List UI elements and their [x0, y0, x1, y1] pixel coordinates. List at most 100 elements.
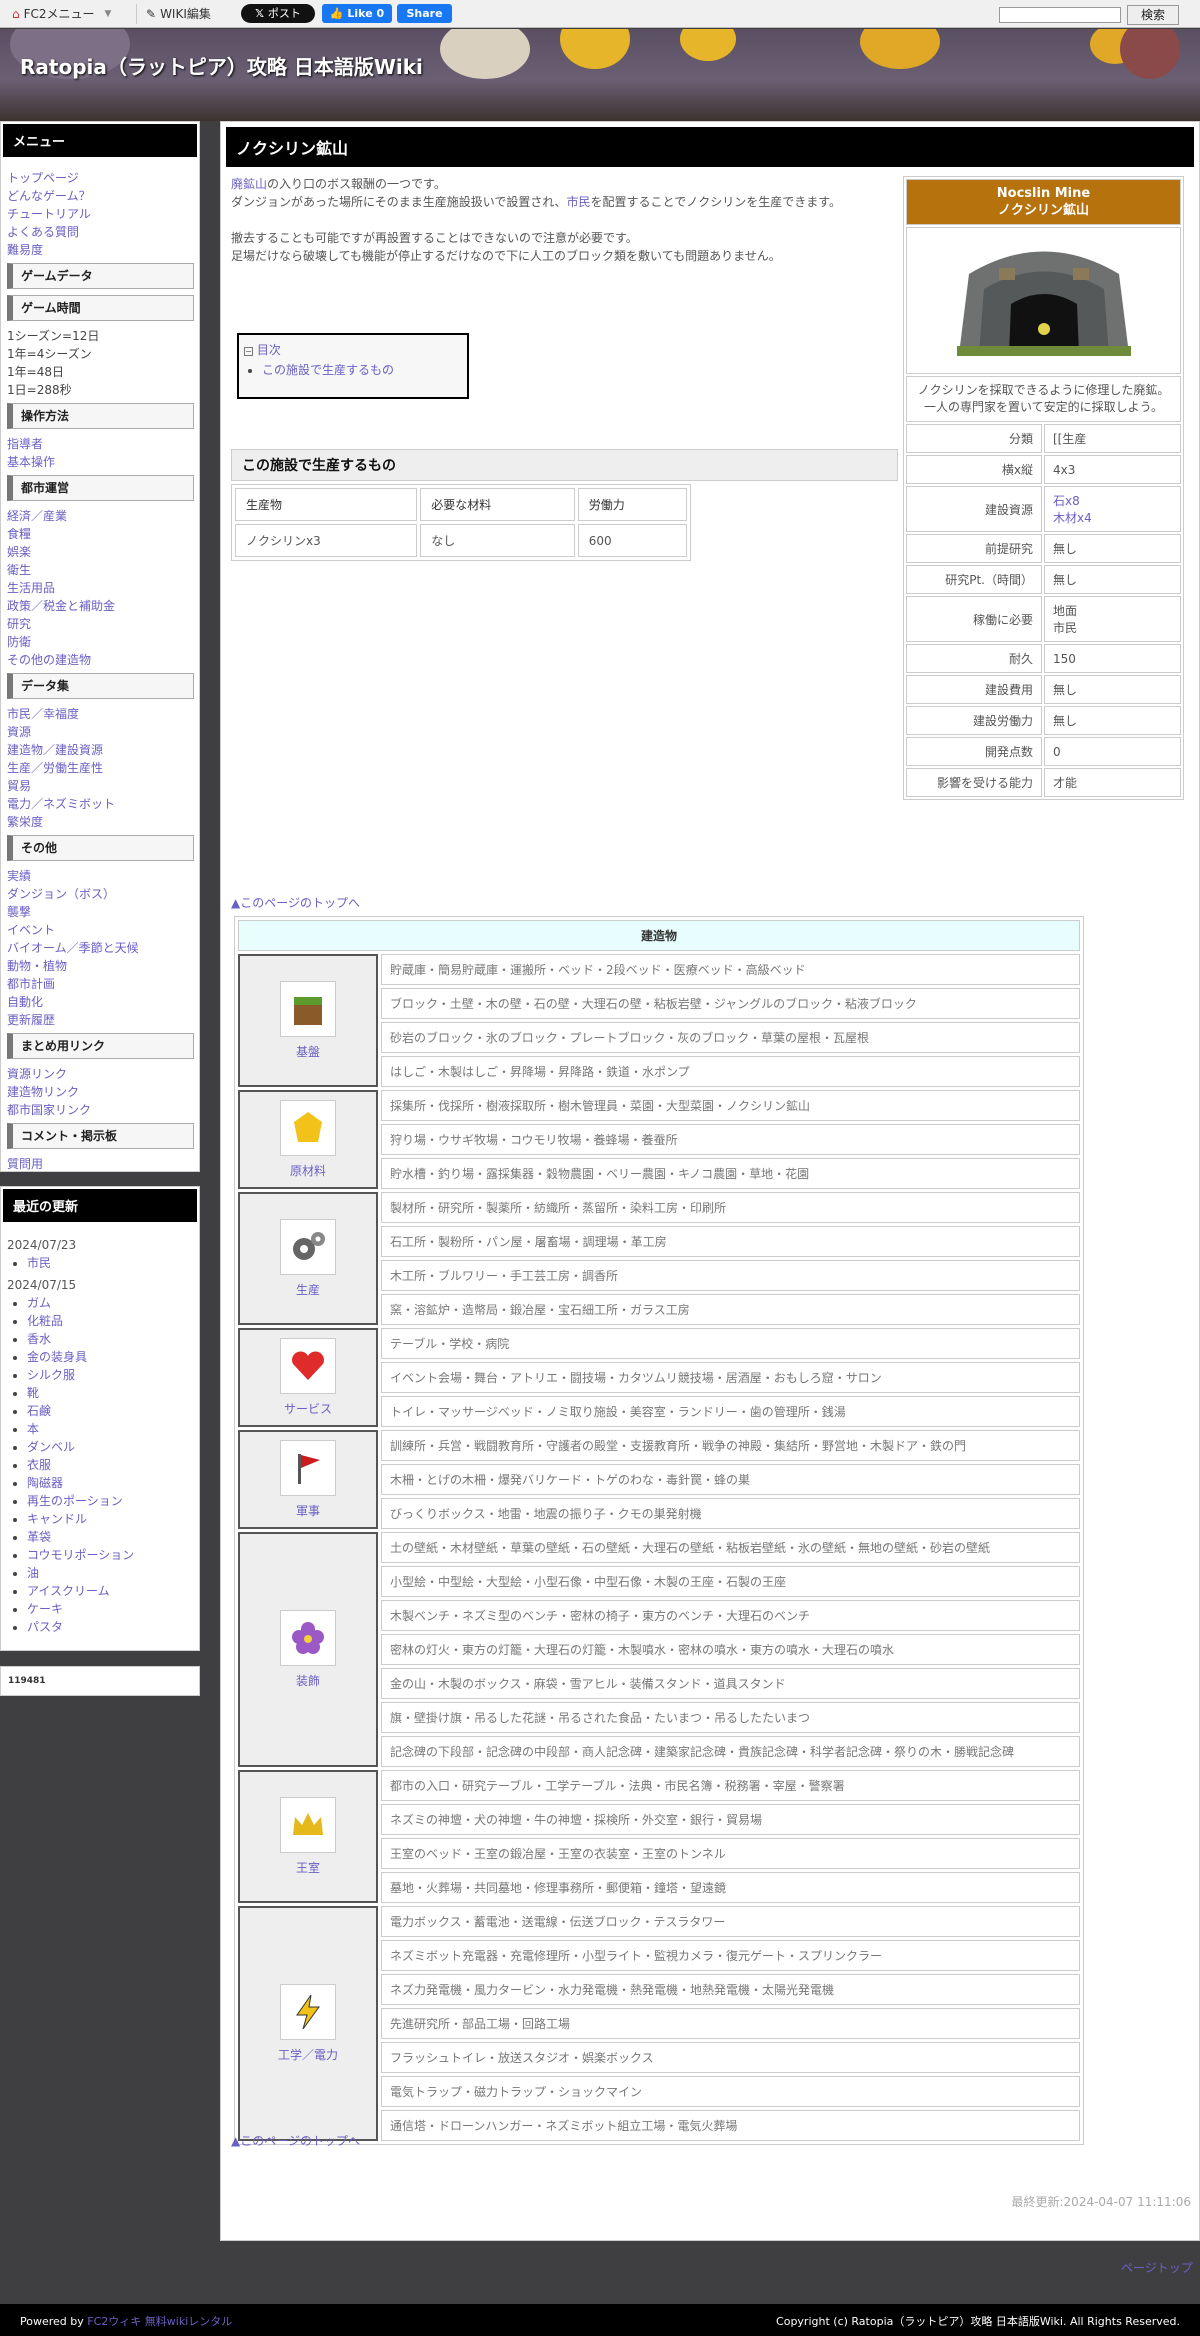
- menu-link[interactable]: バイオーム／季節と天候: [7, 939, 199, 957]
- update-link[interactable]: 革袋: [27, 1530, 51, 1544]
- search-button[interactable]: 検索: [1127, 5, 1179, 25]
- menu-link[interactable]: 防衛: [7, 633, 199, 651]
- update-link[interactable]: 化粧品: [27, 1314, 63, 1328]
- update-link[interactable]: アイスクリーム: [27, 1584, 110, 1598]
- building-list-cell[interactable]: 木工所・ブルワリー・手工芸工房・調香所: [381, 1260, 1080, 1291]
- building-list-cell[interactable]: 電気トラップ・磁力トラップ・ショックマイン: [381, 2076, 1080, 2107]
- resource-link[interactable]: 石x8: [1053, 494, 1080, 508]
- building-list-cell[interactable]: イベント会場・舞台・アトリエ・闘技場・カタツムリ競技場・居酒屋・おもしろ窟・サロ…: [381, 1362, 1080, 1393]
- menu-link[interactable]: 難易度: [7, 241, 199, 259]
- building-list-cell[interactable]: 旗・壁掛け旗・吊るした花謎・吊るされた食品・たいまつ・吊るしたたいまつ: [381, 1702, 1080, 1733]
- building-list-cell[interactable]: 電力ボックス・蓄電池・送電線・伝送ブロック・テスラタワー: [381, 1906, 1080, 1937]
- building-list-cell[interactable]: 土の壁紙・木材壁紙・草葉の壁紙・石の壁紙・大理石の壁紙・粘板岩壁紙・氷の壁紙・無…: [381, 1532, 1080, 1563]
- update-link[interactable]: パスタ: [27, 1620, 63, 1634]
- building-list-cell[interactable]: 採集所・伐採所・樹液採取所・樹木管理員・菜園・大型菜園・ノクシリン鉱山: [381, 1090, 1080, 1121]
- building-list-cell[interactable]: ネズ力発電機・風力タービン・水力発電機・熱発電機・地熱発電機・太陽光発電機: [381, 1974, 1080, 2005]
- facebook-share-button[interactable]: Share: [397, 4, 452, 23]
- update-link[interactable]: 陶磁器: [27, 1476, 63, 1490]
- resource-link[interactable]: 木材x4: [1053, 511, 1092, 525]
- update-link[interactable]: ダンベル: [27, 1440, 75, 1454]
- menu-link[interactable]: 生産／労働生産性: [7, 759, 199, 777]
- menu-link[interactable]: よくある質問: [7, 223, 199, 241]
- building-list-cell[interactable]: 記念碑の下段部・記念碑の中段部・商人記念碑・建築家記念碑・貴族記念碑・科学者記念…: [381, 1736, 1080, 1767]
- facebook-like-button[interactable]: 👍 Like 0: [322, 4, 392, 23]
- menu-link[interactable]: 襲撃: [7, 903, 199, 921]
- menu-link[interactable]: 娯楽: [7, 543, 199, 561]
- menu-link[interactable]: 更新履歴: [7, 1011, 199, 1029]
- menu-link[interactable]: チュートリアル: [7, 205, 199, 223]
- toc-item[interactable]: この施設で生産するもの: [262, 363, 394, 377]
- to-top-link[interactable]: ▲このページのトップへ: [231, 2132, 360, 2149]
- menu-link[interactable]: 生活用品: [7, 579, 199, 597]
- menu-link[interactable]: 貿易: [7, 777, 199, 795]
- building-list-cell[interactable]: 狩り場・ウサギ牧場・コウモリ牧場・養蜂場・養蚕所: [381, 1124, 1080, 1155]
- update-link[interactable]: 靴: [27, 1386, 39, 1400]
- fc2-menu-button[interactable]: ⌂ FC2メニュー ▼: [12, 5, 111, 22]
- menu-link[interactable]: 指導者: [7, 435, 199, 453]
- update-link[interactable]: 香水: [27, 1332, 51, 1346]
- category-link[interactable]: 装飾: [296, 1674, 320, 1688]
- update-link[interactable]: 衣服: [27, 1458, 51, 1472]
- building-list-cell[interactable]: フラッシュトイレ・放送スタジオ・娯楽ボックス: [381, 2042, 1080, 2073]
- intro-link[interactable]: 廃鉱山: [231, 177, 267, 191]
- menu-link[interactable]: その他の建造物: [7, 651, 199, 669]
- category-link[interactable]: 基盤: [296, 1045, 320, 1059]
- wiki-edit-button[interactable]: ✎ WIKI編集: [146, 5, 211, 22]
- category-link[interactable]: 原材料: [290, 1164, 326, 1178]
- building-list-cell[interactable]: びっくりボックス・地雷・地震の振り子・クモの巣発射機: [381, 1498, 1080, 1529]
- menu-link[interactable]: 資源リンク: [7, 1065, 199, 1083]
- update-link[interactable]: 再生のポーション: [27, 1494, 123, 1508]
- building-list-cell[interactable]: 製材所・研究所・製薬所・紡織所・蒸留所・染料工房・印刷所: [381, 1192, 1080, 1223]
- menu-link[interactable]: 電力／ネズミボット: [7, 795, 199, 813]
- toc-title[interactable]: 目次: [257, 343, 281, 357]
- intro-link[interactable]: 市民: [567, 195, 591, 209]
- menu-link[interactable]: 市民／幸福度: [7, 705, 199, 723]
- menu-link[interactable]: 実績: [7, 867, 199, 885]
- category-link[interactable]: 工学／電力: [278, 2048, 338, 2062]
- category-link[interactable]: 軍事: [296, 1504, 320, 1518]
- category-link[interactable]: サービス: [284, 1402, 332, 1416]
- menu-link[interactable]: 都市計画: [7, 975, 199, 993]
- menu-link[interactable]: 研究: [7, 615, 199, 633]
- building-list-cell[interactable]: 木製ベンチ・ネズミ型のベンチ・密林の椅子・東方のベンチ・大理石のベンチ: [381, 1600, 1080, 1631]
- menu-link[interactable]: 建造物／建設資源: [7, 741, 199, 759]
- menu-link[interactable]: 衛生: [7, 561, 199, 579]
- update-link[interactable]: 油: [27, 1566, 39, 1580]
- building-list-cell[interactable]: 訓練所・兵営・戦闘教育所・守護者の殿堂・支援教育所・戦争の神殿・集結所・野営地・…: [381, 1430, 1080, 1461]
- menu-link[interactable]: 動物・植物: [7, 957, 199, 975]
- menu-link[interactable]: トップページ: [7, 169, 199, 187]
- menu-link[interactable]: 基本操作: [7, 453, 199, 471]
- building-list-cell[interactable]: トイレ・マッサージベッド・ノミ取り施設・美容室・ランドリー・歯の管理所・銭湯: [381, 1396, 1080, 1427]
- toc-toggle-icon[interactable]: −: [244, 347, 253, 356]
- building-list-cell[interactable]: 墓地・火葬場・共同墓地・修理事務所・郵便箱・鐘塔・望遠鏡: [381, 1872, 1080, 1903]
- building-list-cell[interactable]: 通信塔・ドローンハンガー・ネズミボット組立工場・電気火葬場: [381, 2110, 1080, 2141]
- update-link[interactable]: 金の装身具: [27, 1350, 87, 1364]
- menu-link[interactable]: 資源: [7, 723, 199, 741]
- building-list-cell[interactable]: 王室のベッド・王室の鍛冶屋・王室の衣装室・王室のトンネル: [381, 1838, 1080, 1869]
- update-link[interactable]: 本: [27, 1422, 39, 1436]
- building-list-cell[interactable]: 石工所・製粉所・パン屋・屠畜場・調理場・革工房: [381, 1226, 1080, 1257]
- menu-link[interactable]: 経済／産業: [7, 507, 199, 525]
- menu-link[interactable]: イベント: [7, 921, 199, 939]
- building-list-cell[interactable]: 都市の入口・研究テーブル・工学テーブル・法典・市民名簿・税務署・宰屋・警察署: [381, 1770, 1080, 1801]
- building-list-cell[interactable]: 窯・溶鉱炉・造幣局・鍛冶屋・宝石細工所・ガラス工房: [381, 1294, 1080, 1325]
- menu-link[interactable]: 都市国家リンク: [7, 1101, 199, 1119]
- category-link[interactable]: 生産: [296, 1283, 320, 1297]
- search-input[interactable]: [999, 7, 1121, 23]
- category-link[interactable]: 王室: [296, 1861, 320, 1875]
- building-list-cell[interactable]: 密林の灯火・東方の灯籠・大理石の灯籠・木製噴水・密林の噴水・東方の噴水・大理石の…: [381, 1634, 1080, 1665]
- building-list-cell[interactable]: ネズミの神壇・犬の神壇・牛の神壇・採検所・外交室・銀行・貿易場: [381, 1804, 1080, 1835]
- site-title[interactable]: Ratopia（ラットピア）攻略 日本語版Wiki: [20, 51, 423, 80]
- menu-link[interactable]: どんなゲーム？: [7, 187, 199, 205]
- menu-link[interactable]: 繁栄度: [7, 813, 199, 831]
- building-list-cell[interactable]: 先進研究所・部品工場・回路工場: [381, 2008, 1080, 2039]
- update-link[interactable]: キャンドル: [27, 1512, 87, 1526]
- building-list-cell[interactable]: 金の山・木製のボックス・麻袋・雪アヒル・装備スタンド・道具スタンド: [381, 1668, 1080, 1699]
- x-post-button[interactable]: 𝕏 ポスト: [241, 4, 315, 23]
- menu-link[interactable]: 自動化: [7, 993, 199, 1011]
- building-list-cell[interactable]: はしご・木製はしご・昇降場・昇降路・鉄道・水ポンプ: [381, 1056, 1080, 1087]
- building-list-cell[interactable]: 貯水槽・釣り場・露採集器・穀物農園・ベリー農園・キノコ農園・草地・花園: [381, 1158, 1080, 1189]
- menu-link[interactable]: 政策／税金と補助金: [7, 597, 199, 615]
- menu-link[interactable]: 建造物リンク: [7, 1083, 199, 1101]
- menu-link[interactable]: ダンジョン（ボス）: [7, 885, 199, 903]
